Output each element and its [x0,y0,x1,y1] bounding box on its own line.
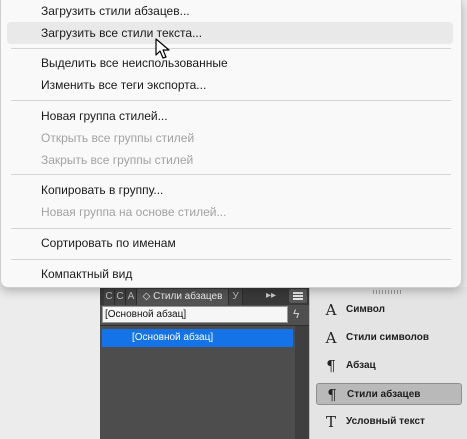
scrollbar[interactable] [295,326,309,439]
menu-item-open-all-style-groups: Открыть все группы стилей [41,131,195,145]
panel-tab-bar: С С А ◇ Стили абзацев У ▸▸ [100,287,309,305]
menu-separator [11,174,451,175]
menu-item-load-paragraph-styles[interactable]: Загрузить стили абзацев... [7,0,453,22]
current-style-field[interactable]: [Основной абзац] [102,306,288,323]
lightning-icon[interactable]: ϟ [293,307,299,321]
dock-item-label: Стили символов [346,332,430,343]
tab-collapsed-2[interactable]: С [115,289,126,305]
current-style-row: [Основной абзац] ϟ [100,305,309,326]
mouse-pointer-icon [155,38,170,59]
menu-item-compact-view[interactable]: Компактный вид [7,263,453,285]
tab-paragraph-styles[interactable]: ◇ Стили абзацев [137,289,229,305]
dock-item-label: Символ [346,304,385,315]
dock-item-character-styles[interactable]: A Стили символов [316,327,462,349]
menu-separator [11,228,451,229]
menu-item-sort-by-name[interactable]: Сортировать по именам [7,232,453,254]
paragraph-icon: ¶ [326,357,336,375]
tab-label: Стили абзацев [153,291,223,302]
style-list: [Основной абзац] [100,326,309,439]
dock-item-paragraph-styles[interactable]: ¶ Стили абзацев [316,383,462,405]
menu-item-new-style-group[interactable]: Новая группа стилей... [7,105,453,127]
panel-flyout-menu: Загрузить стили абзацев... Загрузить все… [0,0,462,288]
panel-menu-button[interactable] [289,289,307,303]
character-icon: A [325,301,337,319]
menu-item-close-all-style-groups: Закрыть все группы стилей [41,153,194,167]
tab-collapsed-4[interactable]: У [229,289,243,305]
menu-separator [11,259,451,260]
tab-collapsed-1[interactable]: С [104,289,115,305]
hamburger-line [293,295,303,297]
character-styles-icon: A [325,329,337,347]
chevron-updown-icon: ◇ [142,291,151,302]
menu-item-new-group-from-styles: Новая группа на основе стилей... [41,205,227,219]
dock-item-label: Условный текст [346,416,425,427]
paragraph-styles-icon: ¶ [327,386,337,404]
menu-item-edit-all-export-tags[interactable]: Изменить все теги экспорта... [7,74,453,96]
hamburger-line [293,298,303,300]
dock-item-paragraph[interactable]: ¶ Абзац [316,355,462,377]
dock-item-conditional-text[interactable]: T Условный текст [316,411,462,433]
menu-item-select-all-unused[interactable]: Выделить все неиспользованные [7,52,453,74]
menu-item-copy-to-group[interactable]: Копировать в группу... [7,179,453,201]
menu-separator [11,100,451,101]
paragraph-styles-panel: С С А ◇ Стили абзацев У ▸▸ [Основной абз… [100,287,309,439]
tab-collapsed-3[interactable]: А [126,289,137,305]
hamburger-line [293,292,303,294]
dock-item-label: Абзац [346,360,376,371]
menu-separator [11,48,451,49]
dock-item-label: Стили абзацев [347,389,421,400]
conditional-text-icon: T [325,413,336,431]
dock-item-character[interactable]: A Символ [316,299,462,321]
menu-item-load-all-text-styles[interactable]: Загрузить все стили текста... [7,22,453,44]
panel-dock: A Символ A Стили символов ¶ Абзац ¶ Стил… [309,287,467,439]
double-chevron-right-icon[interactable]: ▸▸ [266,290,276,301]
grip-handle-icon[interactable] [373,290,403,294]
list-item[interactable]: [Основной абзац] [102,329,293,347]
